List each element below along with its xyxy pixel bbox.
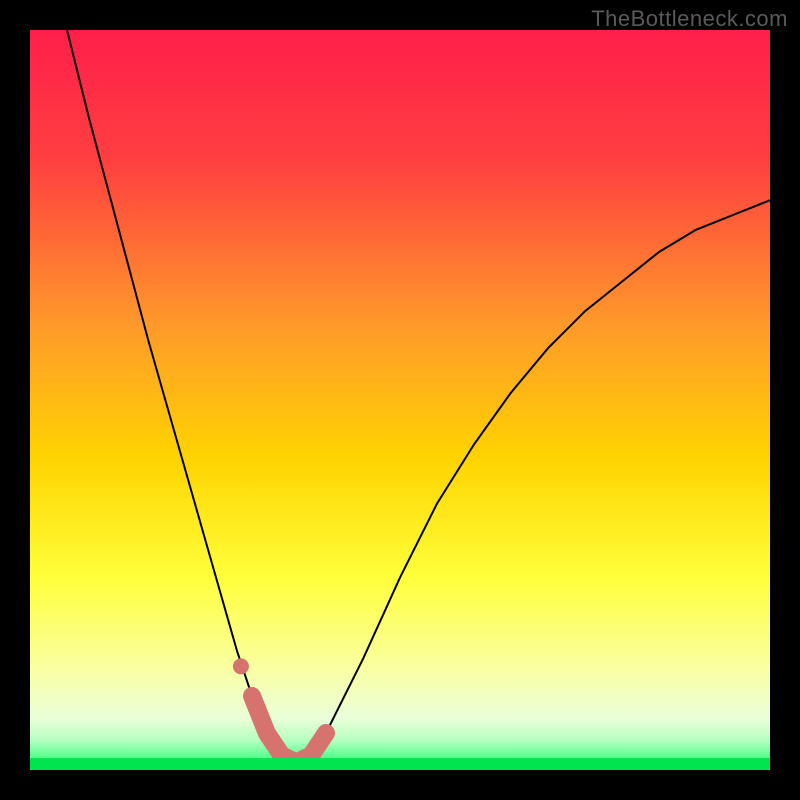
chart-lines [30, 30, 770, 770]
optimal-range-highlight [252, 696, 326, 763]
plot-area [30, 30, 770, 770]
green-baseline [30, 758, 770, 770]
bottleneck-curve [67, 30, 770, 763]
watermark-text: TheBottleneck.com [591, 6, 788, 32]
marker-dot [233, 658, 249, 674]
